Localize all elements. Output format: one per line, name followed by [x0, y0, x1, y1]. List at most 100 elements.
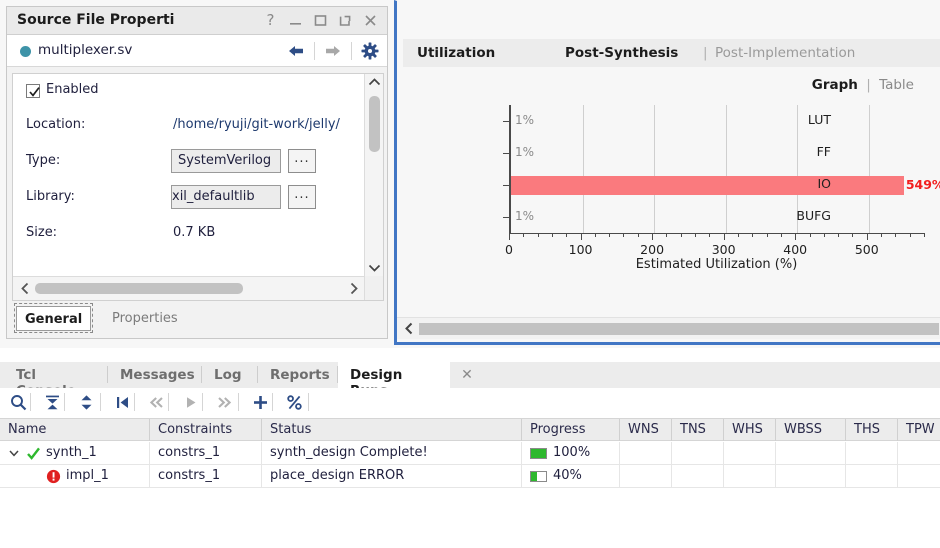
scrollbar-corner	[364, 276, 383, 300]
column-header-status[interactable]: Status	[262, 419, 522, 441]
help-icon[interactable]: ?	[262, 10, 279, 30]
gear-icon[interactable]	[359, 40, 381, 62]
cell-tns	[672, 442, 724, 464]
column-header-whs[interactable]: WHS	[724, 419, 776, 441]
column-header-label: WHS	[732, 422, 763, 437]
close-icon[interactable]	[362, 10, 379, 30]
percent-icon[interactable]	[282, 391, 306, 413]
column-header-constraints[interactable]: Constraints	[150, 419, 262, 441]
scroll-up-icon[interactable]	[365, 74, 384, 91]
x-minor-tick	[537, 233, 539, 237]
expand-all-icon[interactable]	[74, 391, 98, 413]
type-browse-button[interactable]: ...	[288, 149, 316, 173]
collapse-all-icon[interactable]	[40, 391, 64, 413]
scroll-right-icon[interactable]	[343, 277, 363, 300]
x-major-tick	[795, 233, 797, 240]
tab-post-implementation[interactable]: Post-Implementation	[715, 45, 855, 61]
search-icon[interactable]	[6, 391, 30, 413]
divider	[134, 393, 135, 411]
scroll-left-icon[interactable]	[15, 277, 35, 300]
bar-value-label: 1%	[515, 145, 535, 159]
maximize-icon[interactable]	[312, 10, 329, 30]
utilization-panel: Utilization Post-Synthesis | Post-Implem…	[394, 0, 940, 345]
type-field[interactable]: SystemVerilog	[171, 149, 281, 173]
property-row-location: Location: /home/ryuji/git-work/jelly/	[13, 110, 365, 142]
x-tick-label: 500	[854, 242, 879, 257]
divider	[238, 393, 239, 411]
tab-post-synthesis[interactable]: Post-Synthesis	[565, 45, 678, 61]
column-header-label: WBSS	[784, 422, 823, 437]
x-minor-tick	[809, 233, 811, 237]
bar-value-label: 1%	[515, 209, 535, 223]
design-runs-toolbar	[0, 388, 940, 416]
progress-bar-fill	[531, 449, 546, 458]
tab-tcl-console[interactable]: Tcl Console	[4, 362, 108, 399]
x-minor-tick	[523, 233, 525, 237]
x-tick-label: 300	[711, 242, 736, 257]
column-header-progress[interactable]: Progress	[522, 419, 620, 441]
row-expander-icon[interactable]	[8, 447, 20, 459]
x-tick-label: 200	[640, 242, 665, 257]
cell-tpw	[898, 442, 940, 464]
tab-reports[interactable]: Reports	[258, 362, 338, 388]
column-header-label: Constraints	[158, 422, 233, 437]
panel-title: Source File Properti	[17, 12, 175, 28]
tab-messages[interactable]: Messages	[108, 362, 202, 388]
tab-general[interactable]: General	[13, 303, 94, 333]
cell-whs	[724, 442, 776, 464]
property-value: 0.7 KB	[173, 225, 216, 240]
first-icon[interactable]	[110, 391, 134, 413]
scroll-left-icon[interactable]	[400, 318, 418, 339]
tab-design-runs[interactable]: Design Runs	[338, 362, 450, 399]
property-row-size: Size: 0.7 KB	[13, 218, 365, 250]
table-row[interactable]: impl_1 constrs_1 place_design ERROR 40%	[0, 465, 940, 488]
float-icon[interactable]	[337, 10, 354, 30]
table-row[interactable]: synth_1 constrs_1 synth_design Complete! 10…	[0, 442, 940, 465]
column-header-wns[interactable]: WNS	[620, 419, 672, 441]
enabled-row: Enabled	[13, 78, 365, 108]
cell-status: place_design ERROR	[262, 465, 522, 487]
column-header-wbss[interactable]: WBSS	[776, 419, 846, 441]
tab-graph[interactable]: Graph	[812, 77, 858, 93]
enabled-checkbox[interactable]	[26, 84, 40, 98]
column-header-ths[interactable]: THS	[846, 419, 898, 441]
x-minor-tick	[551, 233, 553, 237]
arrow-left-icon[interactable]	[285, 40, 307, 62]
divider	[308, 393, 309, 411]
minimize-icon[interactable]	[287, 10, 304, 30]
cell-ths	[846, 442, 898, 464]
previous-icon	[144, 391, 168, 413]
tab-properties[interactable]: Properties	[104, 306, 186, 331]
tab-table[interactable]: Table	[879, 77, 914, 93]
x-minor-tick	[766, 233, 768, 237]
utilization-horizontal-scrollbar[interactable]	[397, 317, 940, 339]
divider	[100, 393, 101, 411]
x-major-tick	[866, 233, 868, 240]
scrollbar-thumb[interactable]	[369, 96, 380, 152]
divider	[314, 42, 315, 60]
column-header-name[interactable]: Name	[0, 419, 150, 441]
scrollbar-thumb[interactable]	[35, 283, 243, 294]
tab-close-icon[interactable]: ✕	[458, 366, 476, 384]
column-header-label: TNS	[680, 422, 706, 437]
properties-horizontal-scrollbar[interactable]	[13, 276, 365, 300]
properties-vertical-scrollbar[interactable]	[364, 74, 383, 276]
property-row-library: Library: xil_defaultlib ...	[13, 182, 365, 214]
library-field[interactable]: xil_defaultlib	[171, 185, 281, 209]
tab-log[interactable]: Log	[202, 362, 258, 388]
column-header-tns[interactable]: TNS	[672, 419, 724, 441]
tab-separator: |	[703, 45, 708, 61]
x-minor-tick	[680, 233, 682, 237]
cell-tns	[672, 465, 724, 487]
status-complete-icon	[26, 446, 41, 461]
progress-label: 40%	[553, 468, 582, 483]
x-minor-tick	[752, 233, 754, 237]
library-browse-button[interactable]: ...	[288, 185, 316, 209]
column-header-tpw[interactable]: TPW	[898, 419, 940, 441]
progress-bar-fill	[531, 472, 537, 481]
add-icon[interactable]	[248, 391, 272, 413]
category-label: IO	[817, 176, 831, 191]
plot-area	[509, 105, 924, 233]
scrollbar-thumb[interactable]	[419, 323, 939, 335]
scroll-down-icon[interactable]	[365, 259, 384, 276]
